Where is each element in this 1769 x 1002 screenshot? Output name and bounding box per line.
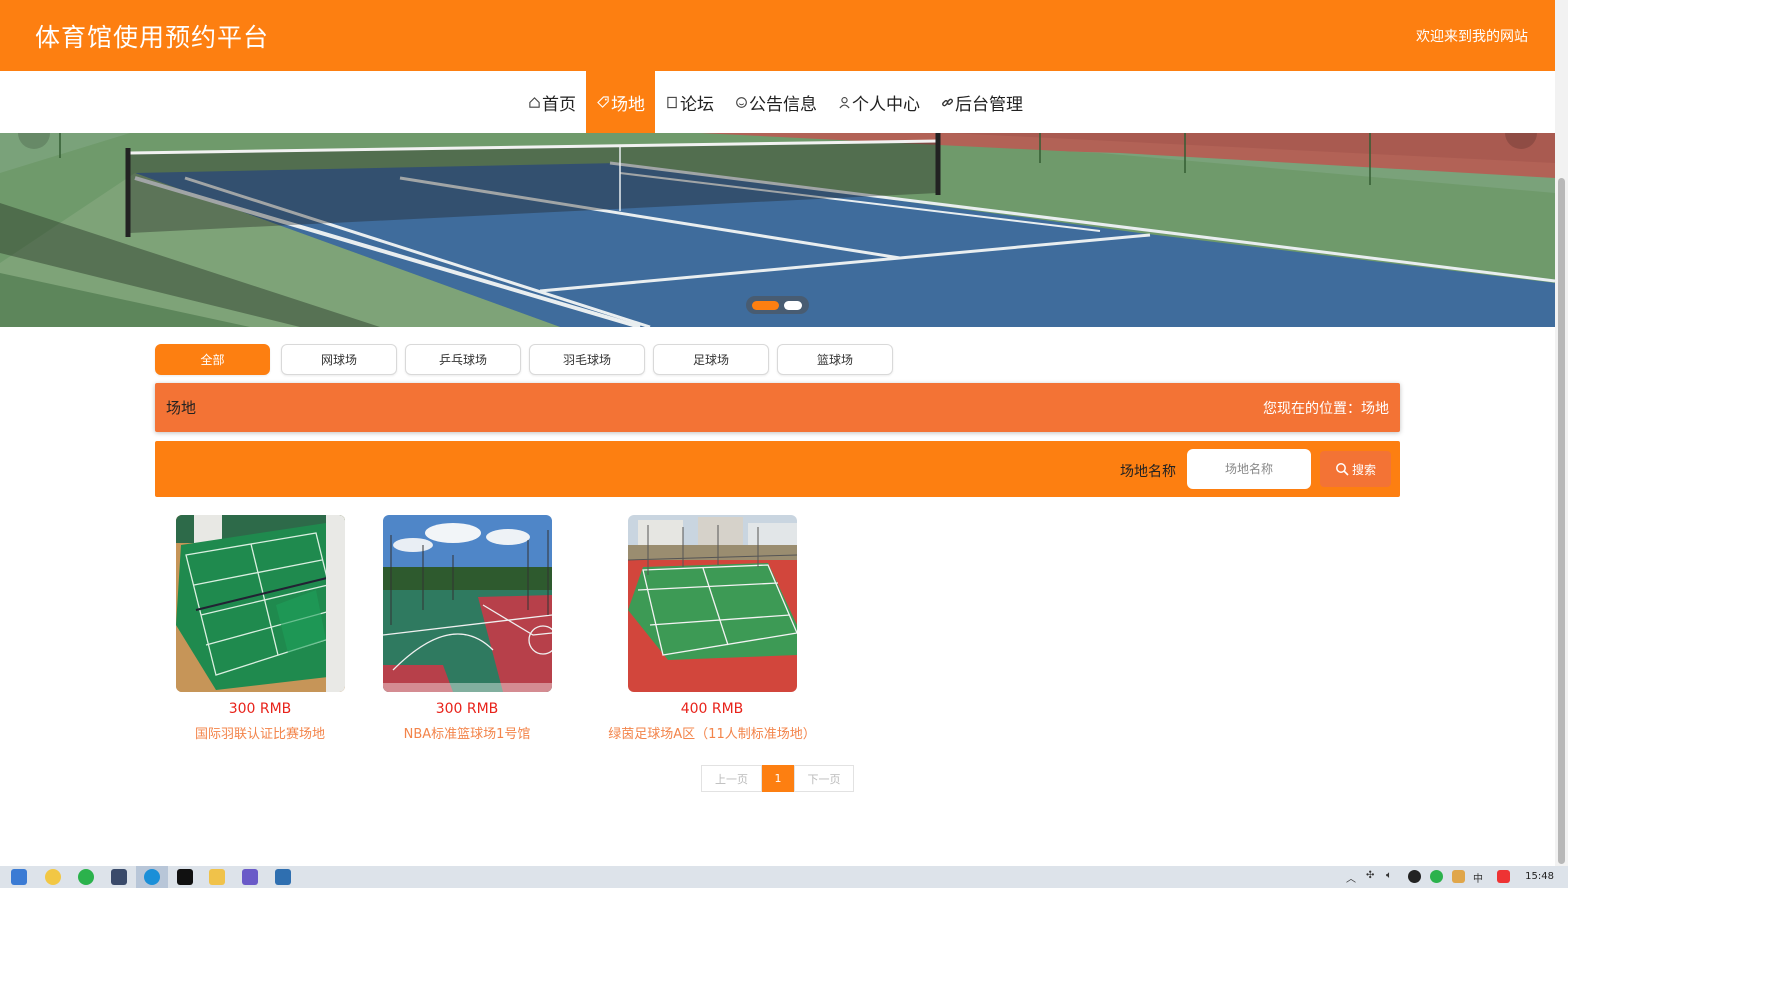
search-button-label: 搜索 — [1351, 462, 1376, 477]
tray-volume-icon[interactable]: 🔈︎ — [1386, 870, 1392, 881]
pagination: 上一页 1 下一页 — [701, 765, 854, 792]
venue-price: 400 RMB — [680, 701, 744, 717]
square-icon — [665, 95, 679, 109]
scrollbar-thumb[interactable] — [1558, 178, 1565, 864]
venue-price: 300 RMB — [228, 701, 292, 717]
ime-indicator[interactable]: 中 — [1473, 870, 1483, 885]
category-filters: 全部 网球场 乒乓球场 羽毛球场 足球场 篮球场 — [155, 344, 901, 376]
tag-icon — [596, 95, 610, 109]
venue-name[interactable]: 绿茵足球场A区（11人制标准场地） — [592, 723, 832, 742]
site-title: 体育馆使用预约平台 — [35, 23, 270, 52]
nav-item-admin[interactable]: 后台管理 — [930, 71, 1033, 133]
venue-name[interactable]: NBA标准篮球场1号馆 — [347, 723, 587, 742]
search-icon — [1336, 463, 1349, 476]
venue-image-football[interactable] — [627, 515, 797, 692]
top-header: 体育馆使用预约平台 欢迎来到我的网站 — [0, 0, 1555, 71]
tray-wechat-icon[interactable] — [1430, 870, 1443, 883]
breadcrumb: 您现在的位置：场地 — [1263, 401, 1389, 417]
welcome-text: 欢迎来到我的网站 — [1416, 29, 1528, 45]
nav-label-venues: 场地 — [611, 94, 645, 115]
search-label: 场地名称 — [1120, 464, 1176, 480]
nav-label-home: 首页 — [542, 94, 576, 115]
carousel-dot-2[interactable] — [784, 301, 802, 310]
file-explorer-icon[interactable] — [209, 869, 225, 885]
smile-icon — [734, 95, 748, 109]
wechat-icon[interactable] — [78, 869, 94, 885]
tray-network-icon[interactable]: ✣ — [1366, 870, 1374, 881]
filter-table-tennis[interactable]: 乒乓球场 — [405, 344, 521, 375]
section-header: 场地 您现在的位置：场地 — [155, 383, 1400, 432]
venue-name[interactable]: 国际羽联认证比赛场地 — [140, 723, 380, 742]
tray-qq-icon[interactable] — [1408, 870, 1421, 883]
venue-price: 300 RMB — [435, 701, 499, 717]
search-bar: 场地名称 搜索 — [155, 441, 1400, 497]
prev-page-button[interactable]: 上一页 — [701, 765, 762, 792]
nav-label-notices: 公告信息 — [749, 94, 817, 115]
venue-card[interactable]: 300 RMB 国际羽联认证比赛场地 — [140, 515, 380, 742]
page: 体育馆使用预约平台 欢迎来到我的网站 首页 场地 论坛 公告信息 个人中心 后台… — [0, 0, 1568, 888]
venue-image-basketball[interactable] — [382, 515, 552, 692]
visual-studio-icon[interactable] — [242, 869, 258, 885]
venue-card[interactable]: 400 RMB 绿茵足球场A区（11人制标准场地） — [592, 515, 832, 742]
start-icon[interactable] — [11, 869, 27, 885]
taskbar-clock[interactable]: 15:48 — [1525, 871, 1554, 882]
tray-app-icon[interactable] — [1452, 870, 1465, 883]
nav-label-admin: 后台管理 — [955, 94, 1023, 115]
nav-label-profile: 个人中心 — [852, 94, 920, 115]
filter-tennis[interactable]: 网球场 — [281, 344, 397, 375]
carousel-dot-1[interactable] — [752, 301, 779, 310]
user-icon — [837, 95, 851, 109]
tray-input-method-icon[interactable] — [1497, 870, 1510, 883]
venue-image-badminton[interactable] — [175, 515, 345, 692]
qq-icon[interactable] — [45, 869, 61, 885]
os-taskbar: ︿ ✣ 🔈︎ 中 15:48 — [0, 866, 1568, 888]
nav-label-forum: 论坛 — [680, 94, 714, 115]
terminal-icon[interactable] — [275, 869, 291, 885]
pycharm-icon[interactable] — [177, 869, 193, 885]
search-input[interactable] — [1187, 449, 1311, 489]
nav-item-home[interactable]: 首页 — [517, 71, 586, 133]
main-nav: 首页 场地 论坛 公告信息 个人中心 后台管理 — [0, 71, 1555, 133]
nav-item-notices[interactable]: 公告信息 — [724, 71, 827, 133]
page-number-current[interactable]: 1 — [762, 765, 794, 792]
venue-card[interactable]: 300 RMB NBA标准篮球场1号馆 — [347, 515, 587, 742]
filter-football[interactable]: 足球场 — [653, 344, 769, 375]
filter-badminton[interactable]: 羽毛球场 — [529, 344, 645, 375]
app-icon[interactable] — [111, 869, 127, 885]
filter-basketball[interactable]: 篮球场 — [777, 344, 893, 375]
carousel-indicators — [746, 296, 809, 314]
banner-carousel[interactable] — [0, 133, 1555, 327]
search-button[interactable]: 搜索 — [1320, 451, 1391, 487]
tray-chevron-icon[interactable]: ︿ — [1346, 870, 1356, 885]
link-icon — [940, 95, 954, 109]
vertical-scrollbar[interactable] — [1555, 0, 1568, 866]
section-title: 场地 — [166, 399, 197, 417]
filter-all[interactable]: 全部 — [155, 344, 270, 375]
nav-item-venues[interactable]: 场地 — [586, 71, 655, 133]
nav-item-forum[interactable]: 论坛 — [655, 71, 724, 133]
next-page-button[interactable]: 下一页 — [794, 765, 854, 792]
nav-item-profile[interactable]: 个人中心 — [827, 71, 930, 133]
edge-browser-icon[interactable] — [144, 869, 160, 885]
home-icon — [527, 95, 541, 109]
